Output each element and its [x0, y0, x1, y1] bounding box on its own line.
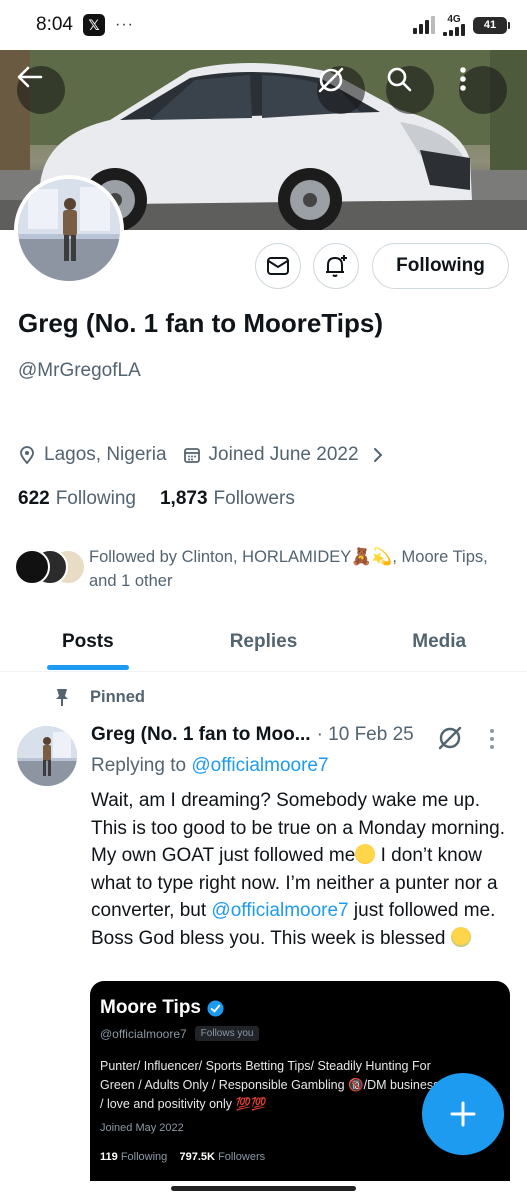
status-bar: 8:04 𝕏 ··· 4G 41	[0, 0, 527, 50]
embed-profile-name: Moore Tips	[100, 997, 224, 1019]
followers-label: Followers	[213, 488, 295, 509]
tab-media[interactable]: Media	[351, 612, 527, 671]
active-tab-indicator	[47, 665, 129, 670]
profile-avatar[interactable]	[14, 175, 124, 285]
more-options-button[interactable]	[459, 66, 507, 114]
flushed-emoji-icon	[355, 844, 376, 864]
notifications-button[interactable]	[313, 243, 359, 289]
followed-by-avatars	[14, 549, 86, 587]
post-author-name[interactable]: Greg (No. 1 fan to Moo...	[91, 724, 311, 746]
location: Lagos, Nigeria	[18, 444, 167, 466]
search-button[interactable]	[386, 66, 434, 114]
pinned-text: Pinned	[90, 687, 146, 706]
post-more-icon[interactable]	[488, 728, 496, 750]
status-time: 8:04	[36, 14, 73, 35]
x-app-icon: 𝕏	[82, 14, 105, 36]
followers-count: 1,873	[159, 488, 208, 509]
profile-handle: @MrGregofLA	[18, 360, 141, 381]
post-date[interactable]: · 10 Feb 25	[317, 724, 414, 746]
embed-following-count: 119	[100, 1151, 118, 1163]
embed-name-text: Moore Tips	[100, 997, 201, 1018]
followers-count-link[interactable]: 1,873 Followers	[160, 488, 295, 510]
follows-you-badge: Follows you	[194, 1026, 260, 1041]
joined-text: Joined June 2022	[208, 444, 359, 465]
network-type: 4G	[447, 13, 461, 25]
pin-icon	[56, 689, 68, 706]
following-count: 622	[18, 488, 50, 509]
more-vertical-icon	[460, 67, 466, 91]
calendar-icon	[183, 448, 200, 463]
battery-level: 41	[483, 19, 497, 31]
chevron-right-icon	[373, 448, 382, 462]
post-header: Greg (No. 1 fan to Moo... · 10 Feb 25	[91, 724, 414, 746]
post-mention[interactable]: @officialmoore7	[211, 900, 348, 921]
follow-counts: 622 Following 1,873 Followers	[18, 488, 295, 510]
followed-by[interactable]: Followed by Clinton, HORLAMIDEY🧸💫, Moore…	[14, 545, 514, 593]
grok-icon	[318, 67, 344, 93]
avatar-image	[18, 179, 120, 281]
bell-plus-icon	[326, 255, 347, 277]
location-pin-icon	[20, 446, 34, 465]
embed-followers-count: 797.5K	[179, 1151, 215, 1163]
crying-emoji-icon	[450, 926, 471, 947]
avatar-image	[17, 726, 77, 786]
joined-date[interactable]: Joined June 2022	[183, 444, 385, 466]
embed-counts: 119 Following 797.5K Followers	[100, 1151, 265, 1163]
back-button[interactable]	[17, 66, 65, 114]
grok-icon[interactable]	[436, 724, 464, 752]
tab-posts[interactable]: Posts	[0, 612, 176, 671]
embed-handle-text: @officialmoore7	[100, 1026, 187, 1041]
embed-handle: @officialmoore7 Follows you	[100, 1026, 260, 1041]
plus-icon	[450, 1101, 476, 1127]
pinned-label: Pinned	[54, 687, 145, 707]
replying-prefix: Replying to	[91, 755, 187, 776]
embed-joined: Joined May 2022	[100, 1122, 184, 1134]
embed-following-label: Following	[120, 1151, 168, 1163]
following-count-link[interactable]: 622 Following	[18, 488, 136, 510]
embed-followers-label: Followers	[218, 1151, 266, 1163]
profile-name: Greg (No. 1 fan to MooreTips)	[18, 308, 383, 338]
profile-meta: Lagos, Nigeria Joined June 2022	[18, 444, 385, 466]
compose-post-button[interactable]	[422, 1073, 504, 1155]
verified-badge-icon	[207, 999, 224, 1017]
mail-icon	[267, 257, 289, 275]
tab-replies[interactable]: Replies	[176, 612, 352, 671]
replying-mention[interactable]: @officialmoore7	[191, 755, 328, 776]
arrow-left-icon	[17, 66, 43, 88]
signal-icon	[413, 16, 435, 34]
signal-icon-2	[443, 23, 465, 36]
post-text: Wait, am I dreaming? Somebody wake me up…	[91, 787, 511, 952]
profile-tabs: Posts Replies Media	[0, 612, 527, 672]
embed-bio: Punter/ Influencer/ Sports Betting Tips/…	[100, 1059, 440, 1111]
avatar	[14, 549, 50, 585]
following-button[interactable]: Following	[372, 243, 509, 289]
grok-button[interactable]	[317, 66, 365, 114]
home-indicator[interactable]	[171, 1186, 356, 1191]
replying-to: Replying to @officialmoore7	[91, 755, 329, 777]
search-icon	[387, 67, 412, 92]
post-author-avatar[interactable]	[17, 726, 77, 786]
more-notifications-icon: ···	[114, 16, 134, 33]
message-button[interactable]	[255, 243, 301, 289]
following-label: Following	[55, 488, 136, 509]
followed-by-text: Followed by Clinton, HORLAMIDEY🧸💫, Moore…	[89, 548, 488, 590]
location-text: Lagos, Nigeria	[44, 444, 167, 465]
battery-icon: 41	[473, 16, 510, 34]
